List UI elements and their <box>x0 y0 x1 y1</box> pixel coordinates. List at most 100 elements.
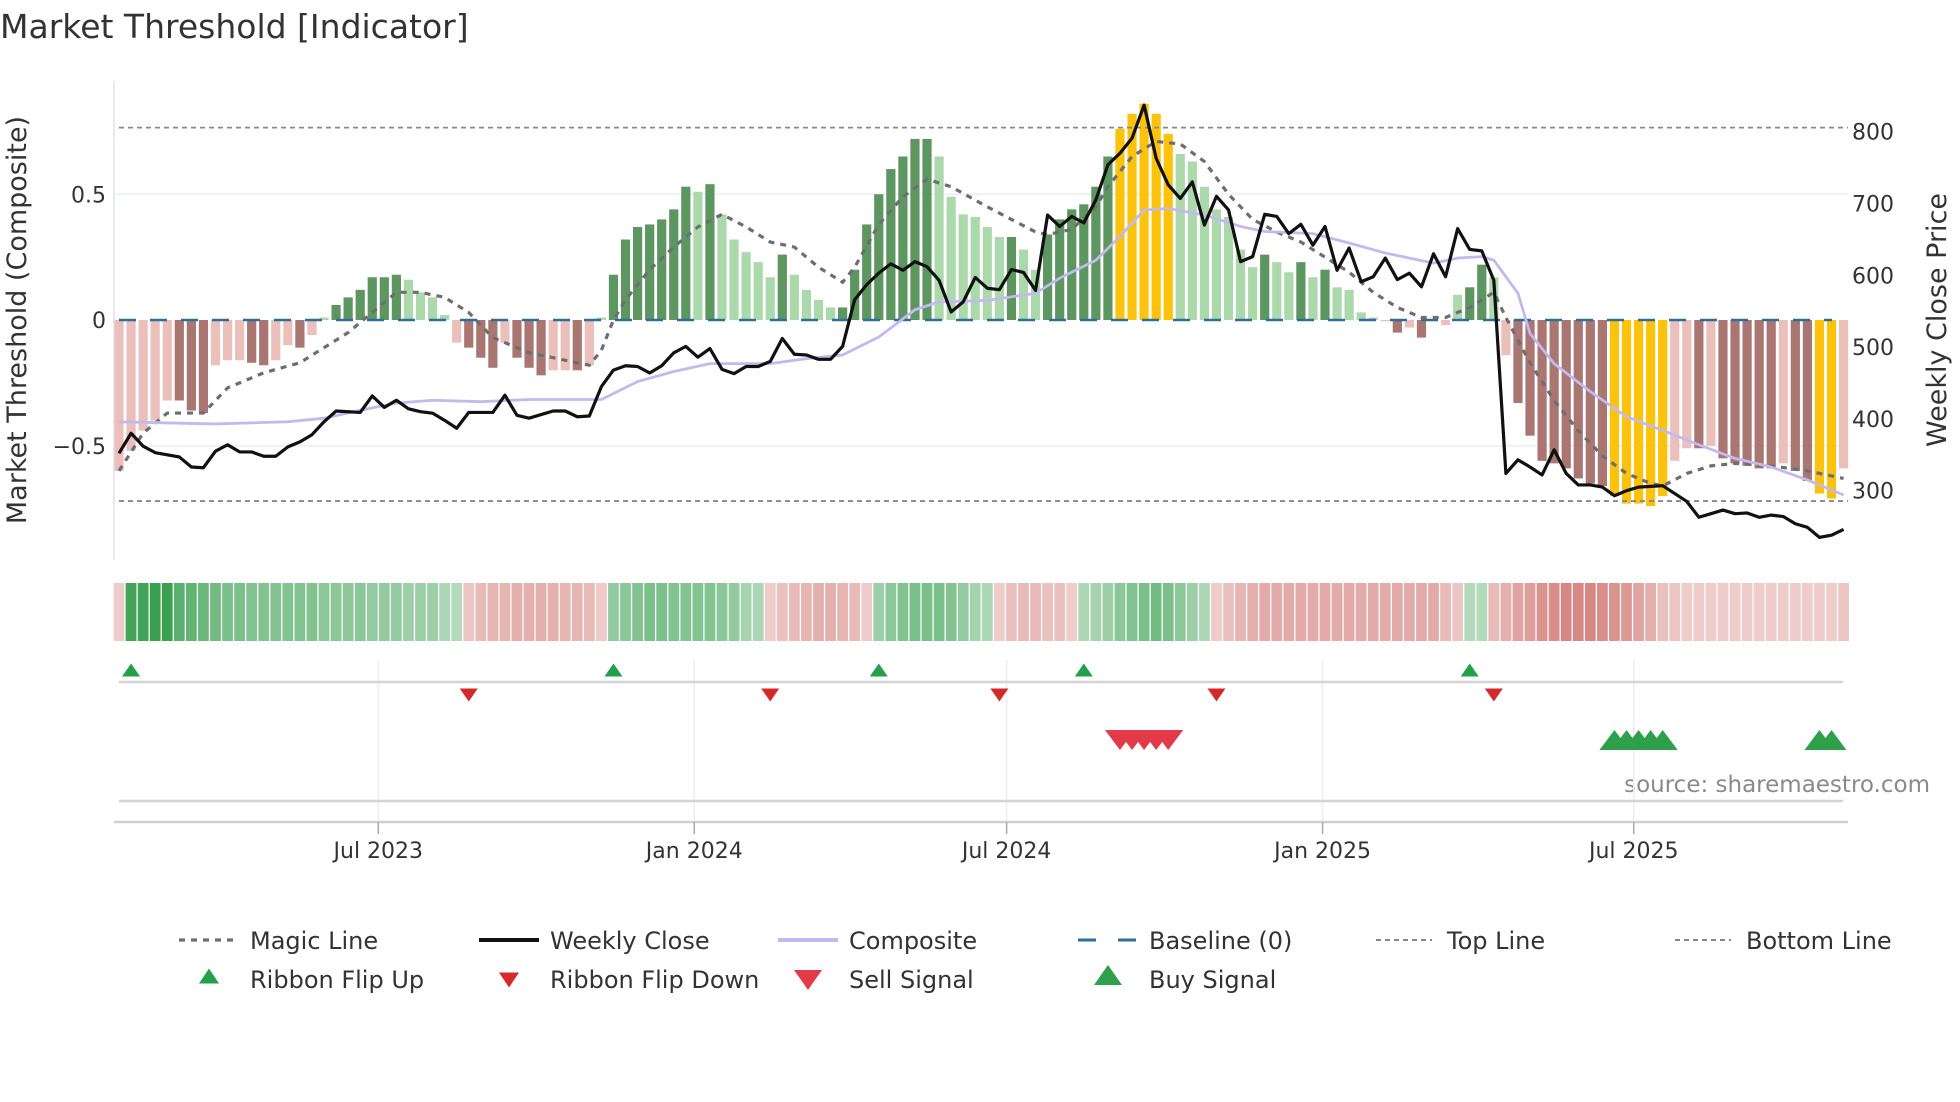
histogram-bar <box>1453 294 1463 320</box>
magic-line <box>117 139 1844 488</box>
ribbon-cell <box>451 583 463 641</box>
legend-label: Bottom Line <box>1746 927 1892 955</box>
ribbon-cell <box>1162 583 1174 641</box>
ribbon-cell <box>1416 583 1427 641</box>
histogram-bar <box>126 320 136 451</box>
histogram-bar <box>1730 320 1740 464</box>
histogram-bar <box>632 226 643 320</box>
ribbon-flip-down-marker <box>761 688 780 702</box>
composite-line <box>118 207 1845 497</box>
histogram-bar <box>379 277 389 320</box>
ribbon-cell <box>354 583 366 641</box>
histogram-bar <box>1742 320 1752 466</box>
histogram-bar <box>1621 320 1632 504</box>
histogram-bar <box>1477 264 1487 320</box>
ribbon-cell <box>981 583 993 641</box>
histogram-bar <box>777 254 787 320</box>
legend-sell-icon <box>794 970 822 990</box>
right-tick-label: 600 <box>1852 264 1894 289</box>
ribbon-cell <box>1391 583 1403 641</box>
ribbon-cell <box>1560 583 1572 641</box>
histogram-bar <box>801 289 812 320</box>
ribbon-cell <box>390 583 402 641</box>
ribbon-cell <box>1367 583 1379 641</box>
histogram-bar <box>1465 287 1475 320</box>
histogram-bar <box>753 262 763 320</box>
ribbon-cell <box>1018 583 1029 641</box>
ribbon-cell <box>921 583 933 641</box>
histogram-bar <box>693 191 703 320</box>
histogram-bar <box>295 320 305 348</box>
histogram-bar <box>307 320 317 336</box>
ribbon-cell <box>909 583 921 641</box>
ribbon-cell <box>523 583 535 641</box>
histogram-bar <box>343 297 353 320</box>
ribbon-cell <box>366 583 378 641</box>
ribbon-cell <box>1126 583 1138 641</box>
ribbon-cell <box>945 583 957 641</box>
histogram-bar <box>825 307 836 320</box>
ribbon-cell <box>1802 583 1813 641</box>
ribbon-cell <box>969 583 981 641</box>
ribbon-cell <box>1042 583 1054 641</box>
ribbon-cell <box>294 583 306 641</box>
ribbon-cell <box>740 583 752 641</box>
histogram-bar <box>886 169 896 320</box>
ribbon-cell <box>1609 583 1620 641</box>
histogram-bar <box>1694 320 1704 449</box>
ribbon-cell <box>1319 583 1331 641</box>
ribbon-cell <box>571 583 583 641</box>
legend-label: Ribbon Flip Up <box>250 966 424 994</box>
ribbon-cell <box>861 583 873 641</box>
ribbon-cell <box>1826 583 1837 641</box>
ribbon-cell <box>1440 583 1451 641</box>
histogram-bar <box>1199 186 1209 320</box>
right-tick-label: 800 <box>1852 121 1894 146</box>
histogram-bar <box>705 184 715 320</box>
ribbon-cell <box>185 583 197 641</box>
ribbon-cell <box>1199 583 1210 641</box>
right-axis-label: Weekly Close Price <box>1922 193 1953 447</box>
ribbon-cell <box>282 583 294 641</box>
ribbon-cell <box>499 583 511 641</box>
ribbon-cell <box>1476 583 1488 641</box>
source-credit: source: sharemaestro.com <box>1624 772 1930 798</box>
left-tick-label: −0.5 <box>53 435 106 460</box>
histogram-bar <box>1043 234 1053 320</box>
left-axis-label: Market Threshold (Composite) <box>2 116 33 524</box>
legend-flip-down-icon <box>499 972 519 988</box>
histogram-bar <box>874 194 884 320</box>
ribbon-cell <box>1006 583 1017 641</box>
ribbon-cell <box>837 583 848 641</box>
histogram-bar <box>1272 262 1282 320</box>
ribbon-cell <box>1090 583 1102 641</box>
histogram-bar <box>1670 320 1680 461</box>
legend-label: Buy Signal <box>1149 966 1276 994</box>
histogram-bar <box>789 274 799 320</box>
ribbon-cell <box>1681 583 1693 641</box>
ribbon-cell <box>692 583 704 641</box>
ribbon-cell <box>234 583 245 641</box>
ribbon-cell <box>1283 583 1295 641</box>
ribbon-cell <box>427 583 438 641</box>
histogram-bar <box>1501 320 1511 356</box>
legend-item-composite: Composite <box>778 927 977 955</box>
legend-item-baseline-0: Baseline (0) <box>1078 927 1292 955</box>
legend-label: Sell Signal <box>849 966 974 994</box>
histogram-bar <box>355 289 365 320</box>
histogram-bar <box>174 320 184 401</box>
histogram-bar <box>1248 267 1258 320</box>
left-tick-label: 0.5 <box>71 183 106 208</box>
ribbon-cell <box>1054 583 1066 641</box>
histogram-bar <box>259 320 269 366</box>
histogram-bar <box>584 320 594 366</box>
ribbon-cell <box>957 583 969 641</box>
ribbon-cell <box>113 583 125 641</box>
histogram-bar <box>235 320 245 361</box>
histogram-bar <box>186 320 196 411</box>
ribbon-cell <box>825 583 836 641</box>
ribbon-flip-up-marker <box>1460 663 1479 677</box>
ribbon-cell <box>620 583 631 641</box>
ribbon-cell <box>1717 583 1729 641</box>
legend-item-buy-signal: Buy Signal <box>1149 966 1276 994</box>
